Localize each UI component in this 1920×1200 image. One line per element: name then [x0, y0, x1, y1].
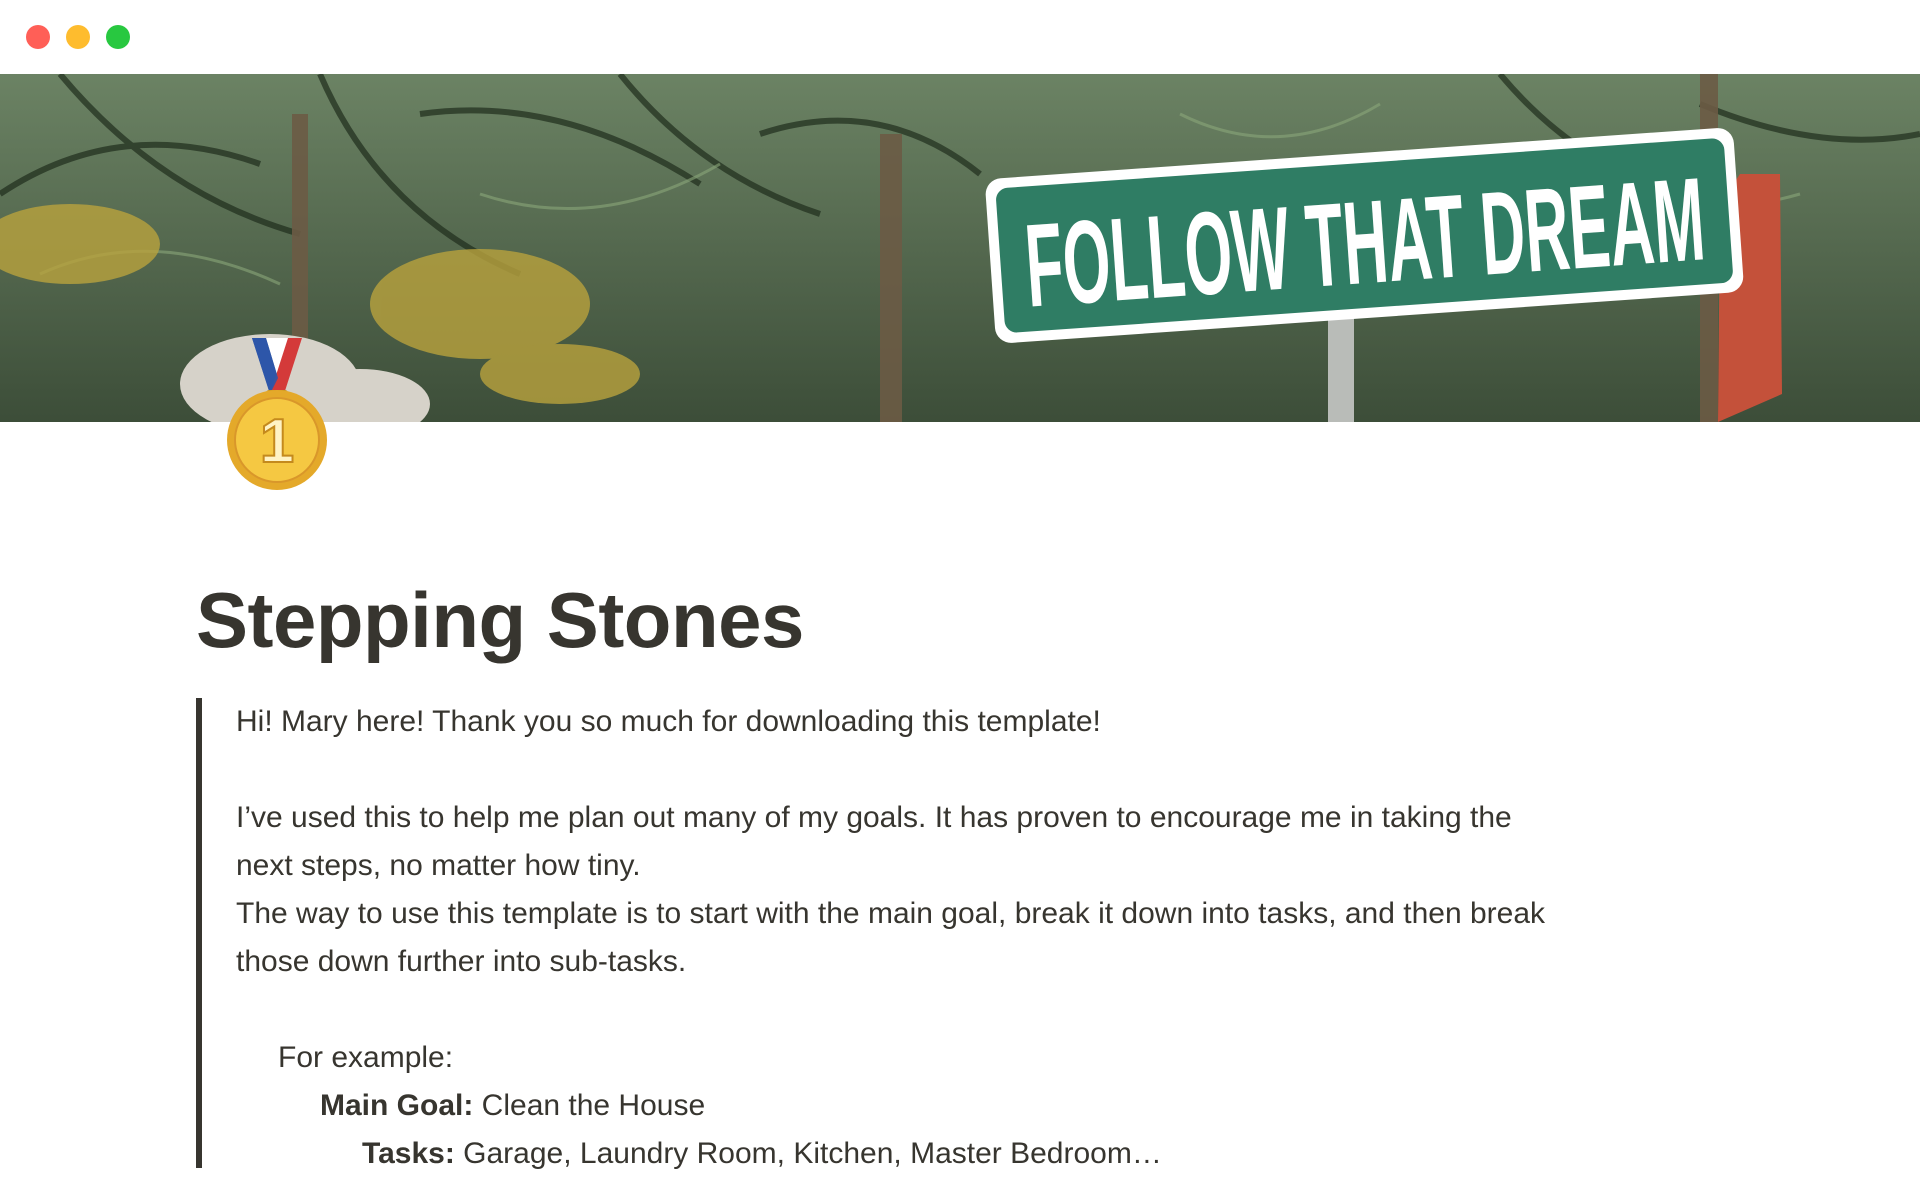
- maximize-window-button[interactable]: [106, 25, 130, 49]
- first-place-medal-icon[interactable]: 1: [222, 334, 332, 494]
- page-title[interactable]: Stepping Stones: [196, 575, 804, 665]
- app-window: FOLLOW THAT DREAM 1 Stepping Stones Hi! …: [0, 0, 1920, 1200]
- quote-line: next steps, no matter how tiny.: [236, 849, 641, 882]
- medal-number: 1: [260, 407, 294, 476]
- tasks-label: Tasks:: [362, 1137, 455, 1170]
- quote-line: The way to use this template is to start…: [236, 897, 1546, 930]
- tasks-value: Garage, Laundry Room, Kitchen, Master Be…: [454, 1137, 1162, 1170]
- quote-line: Hi! Mary here! Thank you so much for dow…: [236, 705, 1101, 738]
- tasks-line: Tasks: Garage, Laundry Room, Kitchen, Ma…: [236, 1130, 1696, 1178]
- title-bar: [0, 0, 1920, 74]
- main-goal-label: Main Goal:: [320, 1089, 474, 1122]
- intro-quote-block[interactable]: Hi! Mary here! Thank you so much for dow…: [196, 698, 1696, 1170]
- quote-line: I’ve used this to help me plan out many …: [236, 801, 1512, 834]
- main-goal-line: Main Goal: Clean the House: [236, 1082, 1696, 1130]
- main-goal-value: Clean the House: [473, 1089, 706, 1122]
- close-window-button[interactable]: [26, 25, 50, 49]
- quote-line: those down further into sub-tasks.: [236, 945, 687, 978]
- minimize-window-button[interactable]: [66, 25, 90, 49]
- example-label: For example:: [278, 1041, 454, 1074]
